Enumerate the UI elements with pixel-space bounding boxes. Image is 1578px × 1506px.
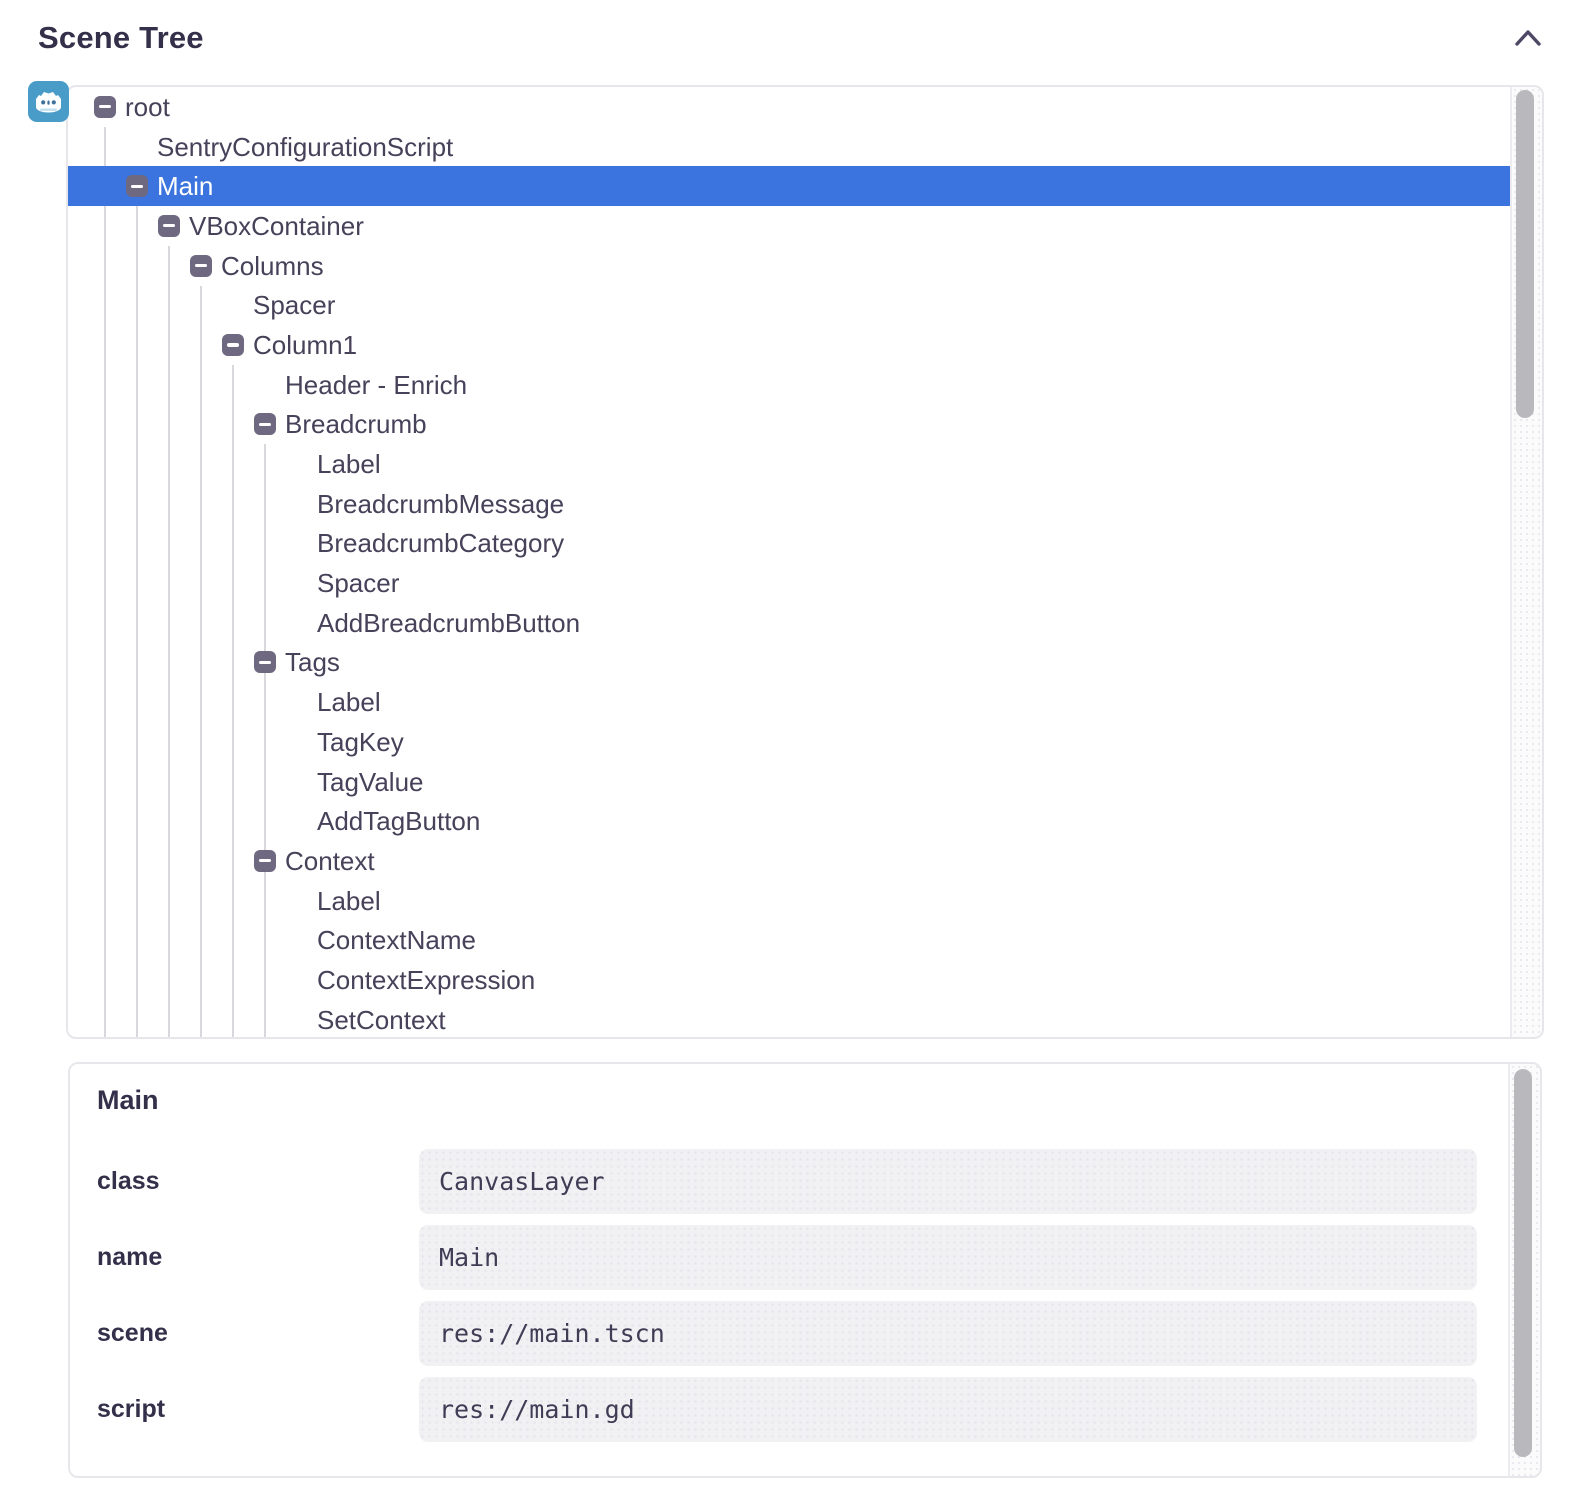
tree-node-label: Spacer — [317, 570, 399, 596]
scene-tree: root SentryConfigurationScript Main VBoxCon… — [68, 87, 1512, 1037]
tree-scrollbar-track[interactable] — [1510, 87, 1542, 1037]
tree-node-label: Label — [317, 451, 381, 477]
collapse-minus-icon[interactable] — [254, 850, 276, 872]
tree-node-label: AddBreadcrumbButton — [317, 610, 580, 636]
tree-node-label: BreadcrumbMessage — [317, 491, 564, 517]
tree-node-main[interactable]: Main — [68, 166, 1512, 206]
collapse-minus-icon[interactable] — [190, 255, 212, 277]
collapse-minus-icon[interactable] — [254, 413, 276, 435]
collapse-minus-icon[interactable] — [254, 651, 276, 673]
tree-node-label: SentryConfigurationScript — [157, 134, 453, 160]
tree-node-label: Breadcrumb — [285, 411, 427, 437]
tree-node-contextexpression[interactable]: ContextExpression — [68, 960, 1512, 1000]
details-fields: classCanvasLayernameMainsceneres://main.… — [70, 1149, 1510, 1453]
tree-node-breadcrumbmessage[interactable]: BreadcrumbMessage — [68, 484, 1512, 524]
tree-node-label: Label — [317, 888, 381, 914]
tree-node-label: VBoxContainer — [189, 213, 364, 239]
chevron-up-icon[interactable] — [1514, 27, 1542, 49]
tree-node-spacer[interactable]: Spacer — [68, 563, 1512, 603]
tree-node-label: Label — [317, 689, 381, 715]
collapse-minus-icon[interactable] — [126, 175, 148, 197]
details-scrollbar-thumb[interactable] — [1514, 1069, 1532, 1457]
tree-node-columns[interactable]: Columns — [68, 246, 1512, 286]
tree-node-breadcrumb[interactable]: Breadcrumb — [68, 405, 1512, 445]
tree-node-contextname[interactable]: ContextName — [68, 920, 1512, 960]
tree-node-label: BreadcrumbCategory — [317, 530, 564, 556]
tree-node-context[interactable]: Context — [68, 841, 1512, 881]
tree-node-setcontext[interactable]: SetContext — [68, 1000, 1512, 1037]
tree-node-tagvalue[interactable]: TagValue — [68, 762, 1512, 802]
tree-node-label: Context — [285, 848, 375, 874]
tree-scrollbar-thumb[interactable] — [1516, 90, 1534, 418]
field-row-class: classCanvasLayer — [70, 1149, 1510, 1214]
field-row-script: scriptres://main.gd — [70, 1377, 1510, 1442]
details-title: Main — [97, 1085, 159, 1116]
collapse-minus-icon[interactable] — [222, 334, 244, 356]
tree-node-label: Main — [157, 173, 213, 199]
node-details-panel: Main classCanvasLayernameMainsceneres://… — [68, 1062, 1542, 1478]
tree-node-column1[interactable]: Column1 — [68, 325, 1512, 365]
page-title: Scene Tree — [38, 20, 204, 56]
tree-node-label: Header - Enrich — [285, 372, 467, 398]
godot-logo-icon — [28, 81, 69, 122]
field-label: script — [70, 1377, 419, 1442]
tree-node-label: Tags — [285, 649, 340, 675]
tree-node-label: ContextExpression — [317, 967, 535, 993]
field-value: Main — [419, 1225, 1477, 1290]
tree-node-label[interactable]: Label — [68, 881, 1512, 921]
scene-tree-panel: root SentryConfigurationScript Main VBoxCon… — [66, 85, 1544, 1039]
tree-node-addtagbutton[interactable]: AddTagButton — [68, 801, 1512, 841]
field-value: CanvasLayer — [419, 1149, 1477, 1214]
field-label: scene — [70, 1301, 419, 1366]
tree-node-sentryconfigurationscript[interactable]: SentryConfigurationScript — [68, 127, 1512, 167]
tree-node-root[interactable]: root — [68, 87, 1512, 127]
tree-node-label[interactable]: Label — [68, 682, 1512, 722]
tree-node-label: SetContext — [317, 1007, 446, 1033]
tree-node-label: Column1 — [253, 332, 357, 358]
tree-rows: root SentryConfigurationScript Main VBoxCon… — [68, 87, 1512, 1037]
tree-node-vboxcontainer[interactable]: VBoxContainer — [68, 206, 1512, 246]
tree-node-label: Spacer — [253, 292, 335, 318]
field-label: name — [70, 1225, 419, 1290]
field-value: res://main.gd — [419, 1377, 1477, 1442]
tree-node-tags[interactable]: Tags — [68, 643, 1512, 683]
field-row-scene: sceneres://main.tscn — [70, 1301, 1510, 1366]
tree-node-header-enrich[interactable]: Header - Enrich — [68, 365, 1512, 405]
collapse-minus-icon[interactable] — [94, 96, 116, 118]
tree-node-label: AddTagButton — [317, 808, 480, 834]
field-label: class — [70, 1149, 419, 1214]
tree-node-label: TagValue — [317, 769, 424, 795]
tree-node-label[interactable]: Label — [68, 444, 1512, 484]
field-value: res://main.tscn — [419, 1301, 1477, 1366]
tree-node-spacer[interactable]: Spacer — [68, 285, 1512, 325]
tree-node-label: TagKey — [317, 729, 404, 755]
tree-node-tagkey[interactable]: TagKey — [68, 722, 1512, 762]
tree-node-label: root — [125, 94, 170, 120]
tree-node-label: ContextName — [317, 927, 476, 953]
tree-node-label: Columns — [221, 253, 324, 279]
tree-node-addbreadcrumbbutton[interactable]: AddBreadcrumbButton — [68, 603, 1512, 643]
collapse-minus-icon[interactable] — [158, 215, 180, 237]
field-row-name: nameMain — [70, 1225, 1510, 1290]
details-scrollbar-track[interactable] — [1508, 1064, 1540, 1476]
tree-node-breadcrumbcategory[interactable]: BreadcrumbCategory — [68, 524, 1512, 564]
